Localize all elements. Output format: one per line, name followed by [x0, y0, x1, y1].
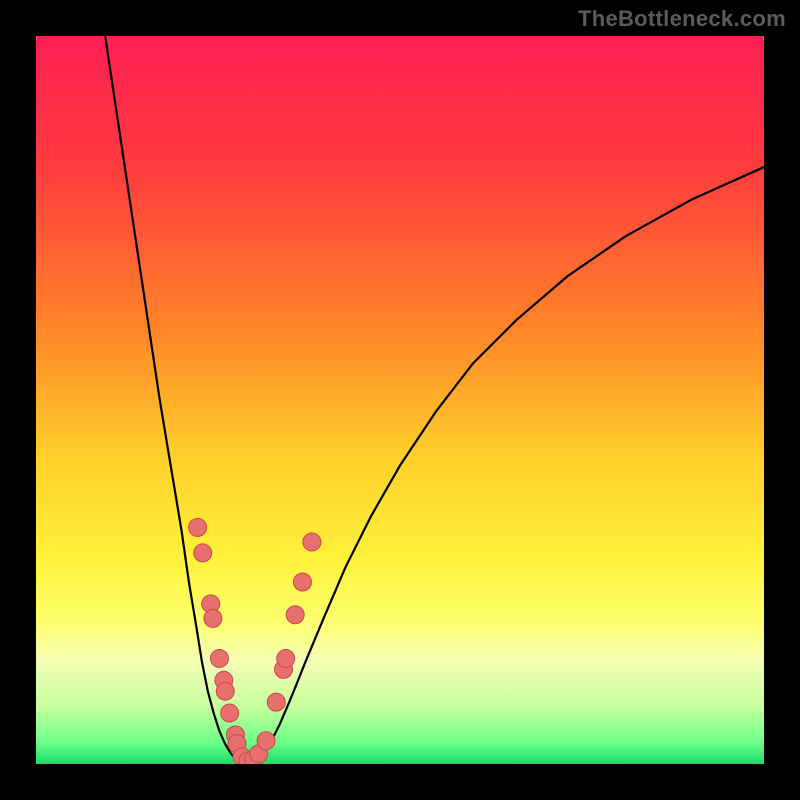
- marker-point: [267, 693, 285, 711]
- marker-point: [194, 544, 212, 562]
- marker-point: [221, 704, 239, 722]
- marker-point: [303, 533, 321, 551]
- marker-point: [204, 609, 222, 627]
- marker-point: [277, 649, 295, 667]
- marker-point: [189, 518, 207, 536]
- marker-point: [216, 682, 234, 700]
- plot-area: [36, 36, 764, 764]
- watermark-text: TheBottleneck.com: [578, 6, 786, 32]
- marker-point: [293, 573, 311, 591]
- gradient-background: [36, 36, 764, 764]
- chart-frame: TheBottleneck.com: [0, 0, 800, 800]
- marker-point: [286, 606, 304, 624]
- marker-point: [257, 732, 275, 750]
- marker-point: [210, 649, 228, 667]
- bottleneck-chart: [36, 36, 764, 764]
